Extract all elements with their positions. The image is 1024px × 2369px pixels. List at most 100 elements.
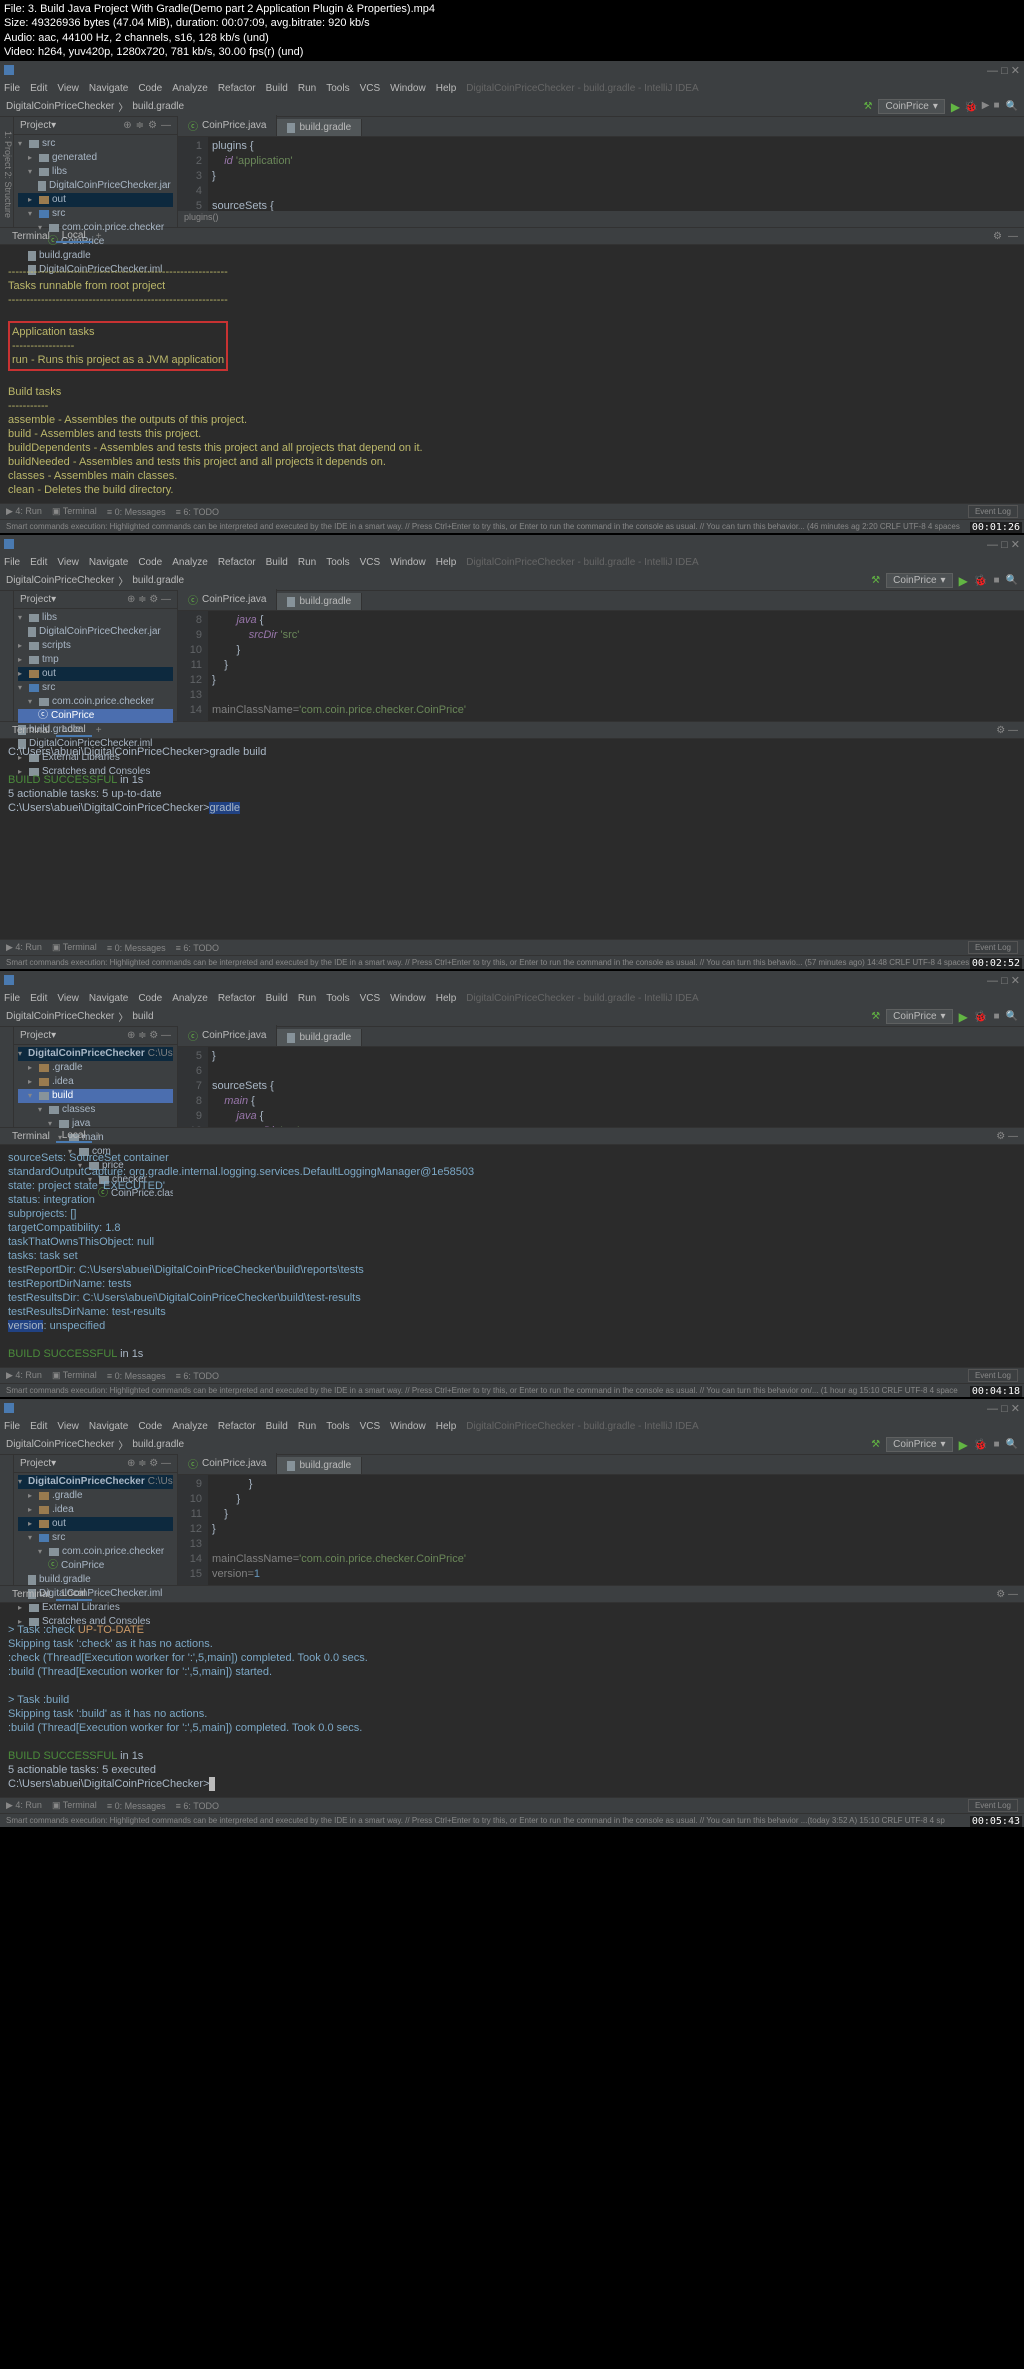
tree-root[interactable]: src xyxy=(42,137,55,151)
search-icon[interactable]: 🔍 xyxy=(1006,101,1018,112)
chevron-down-icon[interactable]: ▾ xyxy=(51,120,56,131)
terminal-add-icon[interactable]: + xyxy=(96,1131,102,1142)
bottom-terminal[interactable]: ▣ Terminal xyxy=(52,942,97,953)
gear-icon[interactable]: ⚙ xyxy=(993,231,1002,242)
build-icon[interactable]: ⚒ xyxy=(871,575,880,586)
menu-vcs[interactable]: VCS xyxy=(360,557,381,568)
tree-ext[interactable]: External Libraries xyxy=(42,1601,120,1615)
editor-tab-buildgradle[interactable]: build.gradle xyxy=(277,119,362,136)
editor-tab-coinprice[interactable]: ⓒCoinPrice.java xyxy=(178,115,277,136)
run-config-select[interactable]: CoinPrice ▾ xyxy=(886,1437,952,1452)
run-icon[interactable]: ▶ xyxy=(959,1010,968,1024)
menu-code[interactable]: Code xyxy=(138,1421,162,1432)
bottom-terminal[interactable]: ▣ Terminal xyxy=(52,1800,97,1811)
search-icon[interactable]: 🔍 xyxy=(1006,1011,1018,1022)
tree-classes[interactable]: classes xyxy=(62,1103,95,1117)
terminal-output[interactable]: ----------------------------------------… xyxy=(0,245,1024,503)
run-icon[interactable]: ▶ xyxy=(959,1438,968,1452)
menu-tools[interactable]: Tools xyxy=(326,557,349,568)
menu-code[interactable]: Code xyxy=(138,83,162,94)
event-log[interactable]: Event Log xyxy=(968,941,1018,954)
menu-build[interactable]: Build xyxy=(266,1421,288,1432)
menu-run[interactable]: Run xyxy=(298,557,316,568)
menu-navigate[interactable]: Navigate xyxy=(89,83,128,94)
menu-vcs[interactable]: VCS xyxy=(360,83,381,94)
tree-pkg[interactable]: com.coin.price.checker xyxy=(62,1545,164,1559)
editor[interactable]: 9101112131415 } } } } mainClassName='com… xyxy=(178,1475,1024,1585)
run-icon[interactable]: ▶ xyxy=(959,574,968,588)
tree-generated[interactable]: generated xyxy=(52,151,97,165)
terminal-tab-local[interactable]: Local xyxy=(56,1130,92,1143)
tree-jar[interactable]: DigitalCoinPriceChecker.jar xyxy=(39,625,161,639)
menu-build[interactable]: Build xyxy=(266,83,288,94)
menu-analyze[interactable]: Analyze xyxy=(172,993,208,1004)
project-tree[interactable]: ▾DigitalCoinPriceChecker C:\Users\abuei\… xyxy=(14,1473,177,1631)
tree-buildgradle[interactable]: build.gradle xyxy=(39,1573,91,1587)
editor-tab-coinprice[interactable]: ⓒCoinPrice.java xyxy=(178,589,277,610)
menu-window[interactable]: Window xyxy=(390,993,426,1004)
menu-navigate[interactable]: Navigate xyxy=(89,557,128,568)
menu-edit[interactable]: Edit xyxy=(30,1421,47,1432)
menu-refactor[interactable]: Refactor xyxy=(218,993,256,1004)
menu-tools[interactable]: Tools xyxy=(326,993,349,1004)
menu-edit[interactable]: Edit xyxy=(30,83,47,94)
menu-run[interactable]: Run xyxy=(298,83,316,94)
bottom-messages[interactable]: ≡ 0: Messages xyxy=(107,1801,166,1811)
menu-refactor[interactable]: Refactor xyxy=(218,557,256,568)
bottom-run[interactable]: ▶ 4: Run xyxy=(6,942,42,953)
terminal-tab-local[interactable]: Local xyxy=(56,724,92,737)
terminal-add-icon[interactable]: + xyxy=(96,725,102,736)
menu-build[interactable]: Build xyxy=(266,993,288,1004)
bottom-messages[interactable]: ≡ 0: Messages xyxy=(107,943,166,953)
left-gutter[interactable]: 1: Project 2: Structure xyxy=(0,117,14,227)
menu-help[interactable]: Help xyxy=(436,993,457,1004)
project-tree[interactable]: ▾src ▸generated ▾ libs DigitalCoinPriceC… xyxy=(14,135,177,279)
tree-pkg[interactable]: com.coin.price.checker xyxy=(52,695,154,709)
tree-root[interactable]: DigitalCoinPriceChecker xyxy=(28,1047,145,1061)
editor-breadcrumb[interactable]: plugins() xyxy=(178,211,1024,227)
menu-file[interactable]: File xyxy=(4,83,20,94)
bottom-messages[interactable]: ≡ 0: Messages xyxy=(107,507,166,517)
gear-icon[interactable]: ⚙ xyxy=(148,120,157,131)
terminal-tab-local[interactable]: Local xyxy=(56,1588,92,1601)
bottom-terminal[interactable]: ▣ Terminal xyxy=(52,1370,97,1381)
stop-icon[interactable]: ■ xyxy=(994,1011,1000,1022)
breadcrumb-build[interactable]: build xyxy=(132,1011,153,1022)
tree-src[interactable]: src xyxy=(42,681,55,695)
editor[interactable]: 891011121314 java { srcDir 'src' } } } m… xyxy=(178,611,1024,721)
tree-idea[interactable]: .idea xyxy=(52,1503,74,1517)
left-gutter[interactable] xyxy=(0,1027,14,1127)
debug-icon[interactable]: 🐞 xyxy=(974,574,988,587)
tree-build[interactable]: build xyxy=(52,1089,73,1103)
tree-class[interactable]: CoinPrice xyxy=(51,709,94,723)
editor-tab-buildgradle[interactable]: build.gradle xyxy=(277,593,362,610)
breadcrumb-project[interactable]: DigitalCoinPriceChecker xyxy=(6,101,114,112)
debug-icon[interactable]: 🐞 xyxy=(974,1010,988,1023)
menu-run[interactable]: Run xyxy=(298,1421,316,1432)
terminal-output[interactable]: sourceSets: SourceSet container standard… xyxy=(0,1145,1024,1367)
hide-icon[interactable]: — xyxy=(161,120,171,131)
menu-tools[interactable]: Tools xyxy=(326,83,349,94)
menu-window[interactable]: Window xyxy=(390,557,426,568)
breadcrumb-project[interactable]: DigitalCoinPriceChecker xyxy=(6,1011,114,1022)
event-log[interactable]: Event Log xyxy=(968,1799,1018,1812)
menu-help[interactable]: Help xyxy=(436,83,457,94)
editor-tab-buildgradle[interactable]: build.gradle xyxy=(277,1457,362,1474)
hide-icon[interactable]: — xyxy=(1008,231,1018,242)
menubar[interactable]: File Edit View Navigate Code Analyze Ref… xyxy=(0,79,1024,97)
editor-tab-coinprice[interactable]: ⓒCoinPrice.java xyxy=(178,1453,277,1474)
menu-analyze[interactable]: Analyze xyxy=(172,83,208,94)
tree-gradle[interactable]: .gradle xyxy=(52,1489,83,1503)
event-log[interactable]: Event Log xyxy=(968,1369,1018,1382)
menu-analyze[interactable]: Analyze xyxy=(172,1421,208,1432)
menu-edit[interactable]: Edit xyxy=(30,557,47,568)
menu-help[interactable]: Help xyxy=(436,1421,457,1432)
tree-tmp[interactable]: tmp xyxy=(42,653,59,667)
menu-navigate[interactable]: Navigate xyxy=(89,993,128,1004)
menu-analyze[interactable]: Analyze xyxy=(172,557,208,568)
menu-view[interactable]: View xyxy=(57,1421,79,1432)
tree-out[interactable]: out xyxy=(42,667,56,681)
editor[interactable]: 5678910 } sourceSets { main { java { src… xyxy=(178,1047,1024,1127)
menu-view[interactable]: View xyxy=(57,83,79,94)
menu-run[interactable]: Run xyxy=(298,993,316,1004)
